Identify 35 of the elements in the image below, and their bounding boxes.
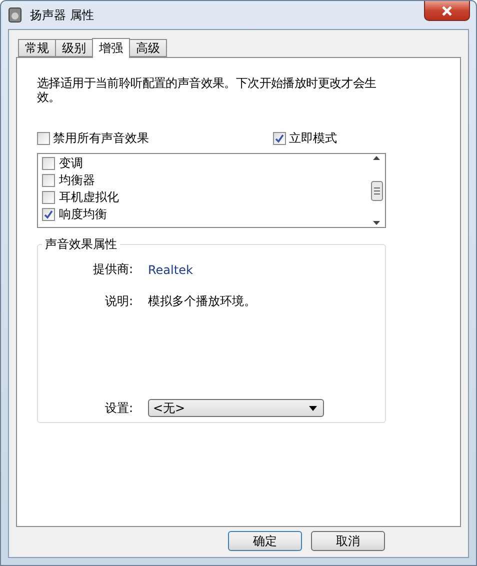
caret-icon [309, 406, 317, 410]
cancel-button[interactable]: 取消 [311, 531, 385, 551]
field-label: 说明: [104, 293, 133, 310]
effect-label[interactable]: 响度均衡 [59, 206, 107, 223]
ok-button[interactable]: 确定 [228, 531, 302, 551]
description-value: 模拟多个播放环境。 [148, 293, 257, 310]
close-icon [441, 6, 453, 16]
effect-label[interactable]: 变调 [59, 155, 83, 172]
group-title: 声音效果属性 [44, 236, 118, 253]
effects-list[interactable]: 变调 均衡器 耳机虚拟化 响度均衡 [37, 153, 386, 228]
field-label: 提供商: [92, 261, 133, 278]
scroll-down-icon[interactable] [373, 221, 380, 225]
effect-label[interactable]: 均衡器 [59, 172, 95, 189]
tab[interactable]: 级别 [55, 39, 93, 57]
description-text: 选择适用于当前聆听配置的声音效果。下次开始播放时更改才会生效。 [37, 76, 378, 104]
effect-label[interactable]: 耳机虚拟化 [59, 189, 119, 206]
tab[interactable]: 增强 [92, 38, 130, 58]
provider-value: Realtek [148, 262, 194, 276]
speaker-icon [8, 7, 22, 23]
checkbox-label: 禁用所有声音效果 [53, 130, 149, 147]
checkbox-label: 立即模式 [289, 130, 337, 147]
checkbox[interactable] [42, 208, 55, 221]
scroll-up-icon[interactable] [373, 156, 380, 160]
window-title: 扬声器 属性 [30, 6, 94, 24]
checkbox[interactable] [42, 174, 55, 187]
setting-dropdown[interactable]: <无> [148, 399, 324, 417]
close-button[interactable] [424, 1, 470, 21]
checkbox[interactable] [37, 132, 50, 145]
tab[interactable]: 常规 [18, 39, 56, 57]
tab[interactable]: 高级 [129, 39, 167, 57]
checkbox[interactable] [42, 157, 55, 170]
checkbox[interactable] [42, 191, 55, 204]
checkbox[interactable] [273, 132, 286, 145]
field-label: 设置: [104, 400, 133, 416]
scroll-thumb[interactable] [370, 180, 382, 200]
